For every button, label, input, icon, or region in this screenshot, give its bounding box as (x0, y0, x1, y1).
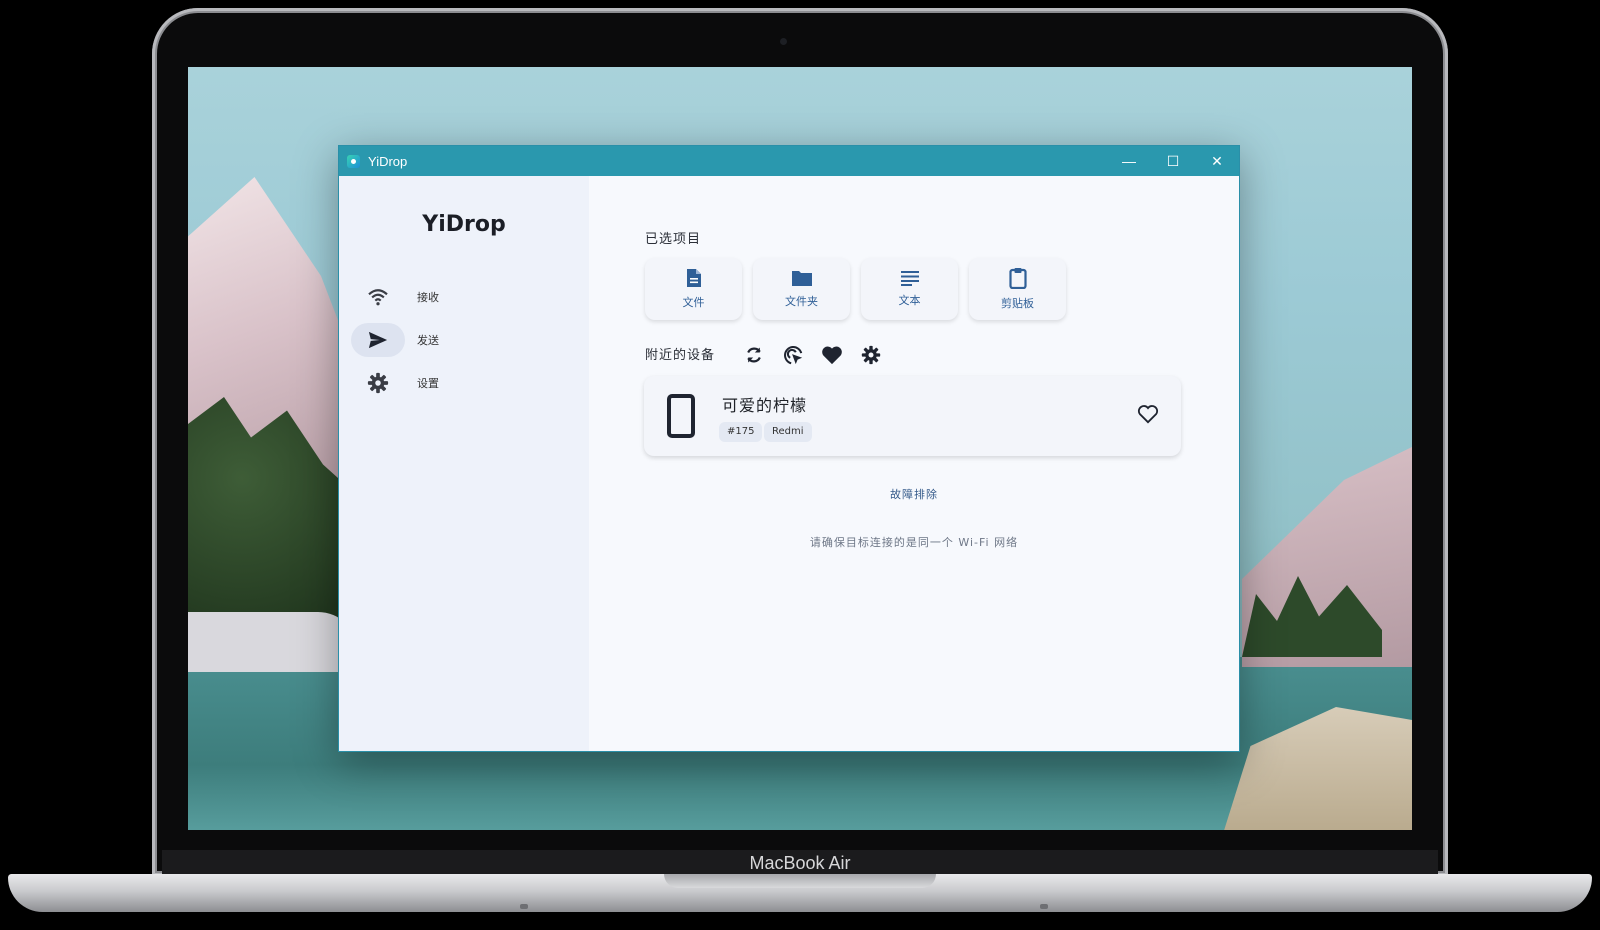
app-logo-text: YiDrop (422, 212, 506, 237)
desktop-screen: YiDrop — ☐ ✕ YiDrop 接收 发送 设置 已选项目 文件 文件夹… (188, 67, 1412, 830)
tile-label: 文件夹 (785, 295, 818, 308)
sidebar-item-send[interactable]: 发送 (351, 323, 561, 357)
gear-icon (861, 345, 881, 365)
main-panel: 已选项目 文件 文件夹 文本 剪贴板 附近的设备 可爱的柠檬 #175 Redm… (589, 176, 1239, 751)
device-name: 可爱的柠檬 (722, 396, 808, 415)
tile-label: 文本 (898, 294, 921, 307)
sidebar: YiDrop 接收 发送 设置 (339, 176, 589, 751)
app-logo-icon (347, 154, 360, 168)
close-button[interactable]: ✕ (1195, 146, 1239, 176)
wallpaper-rocks (188, 612, 358, 672)
folder-icon (791, 271, 812, 286)
device-tag: Redmi (764, 422, 812, 442)
window-title: YiDrop (368, 153, 408, 169)
favorites-button[interactable] (819, 342, 845, 368)
wifi-icon (351, 280, 405, 314)
device-card[interactable]: 可爱的柠檬 #175 Redmi (644, 376, 1181, 456)
tile-file[interactable]: 文件 (645, 258, 742, 320)
file-icon (686, 269, 701, 287)
minimize-button[interactable]: — (1107, 146, 1151, 176)
laptop-foot (1040, 904, 1048, 909)
heart-outline-icon (1137, 405, 1159, 424)
title-bar[interactable]: YiDrop — ☐ ✕ (339, 146, 1239, 176)
device-brand-label: MacBook Air (749, 853, 851, 873)
device-tag: #175 (719, 422, 763, 442)
sidebar-item-label: 接收 (417, 291, 439, 304)
send-icon (351, 323, 405, 357)
phone-icon (667, 394, 695, 438)
tile-label: 文件 (682, 296, 705, 309)
nearby-devices-title: 附近的设备 (645, 348, 716, 363)
nearby-settings-button[interactable] (858, 342, 884, 368)
gear-icon (351, 366, 405, 400)
troubleshoot-link[interactable]: 故障排除 (589, 486, 1239, 502)
laptop-foot (520, 904, 528, 909)
sidebar-item-settings[interactable]: 设置 (351, 366, 561, 400)
clipboard-icon (1008, 268, 1027, 289)
sidebar-item-label: 设置 (417, 377, 439, 390)
selected-items-title: 已选项目 (645, 232, 702, 247)
laptop-notch (664, 874, 936, 888)
tile-clipboard[interactable]: 剪贴板 (969, 258, 1066, 320)
tile-label: 剪贴板 (1001, 297, 1034, 310)
scan-button[interactable] (780, 342, 806, 368)
app-window: YiDrop — ☐ ✕ YiDrop 接收 发送 设置 已选项目 文件 文件夹… (338, 145, 1240, 752)
target-click-icon (784, 346, 803, 365)
camera-icon (780, 38, 787, 45)
favorite-device-button[interactable] (1137, 404, 1159, 428)
tile-text[interactable]: 文本 (861, 258, 958, 320)
text-icon (900, 271, 919, 286)
heart-filled-icon (822, 346, 842, 365)
tile-folder[interactable]: 文件夹 (753, 258, 850, 320)
sidebar-item-receive[interactable]: 接收 (351, 280, 561, 314)
maximize-button[interactable]: ☐ (1151, 146, 1195, 176)
network-hint: 请确保目标连接的是同一个 Wi-Fi 网络 (809, 536, 1019, 549)
refresh-icon (747, 347, 761, 363)
refresh-button[interactable] (741, 342, 767, 368)
sidebar-item-label: 发送 (417, 334, 439, 347)
